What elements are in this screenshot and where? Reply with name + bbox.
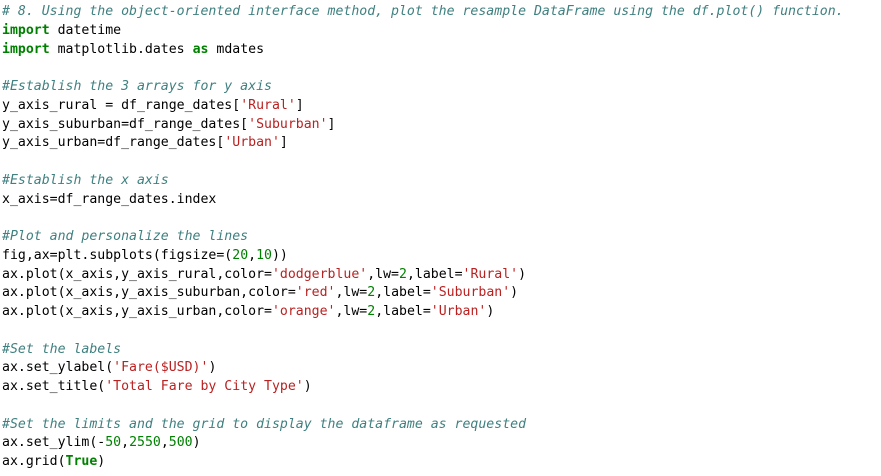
code-text: ax.set_ylim(- <box>2 435 106 451</box>
code-number: 10 <box>256 247 272 263</box>
code-text: ax.set_ylabel( <box>2 360 114 376</box>
code-comment: #Establish the 3 arrays for y axis <box>2 79 272 94</box>
code-comment: #Establish the x axis <box>2 172 169 188</box>
code-string: 'Suburban' <box>430 285 511 301</box>
code-text: ] <box>327 116 336 132</box>
code-line: y_axis_rural = df_range_dates['Rural'] <box>2 97 881 116</box>
code-line: ax.set_ylim(-50,2550,500) <box>2 434 881 453</box>
code-number: 50 <box>105 435 122 451</box>
code-line: ax.set_ylabel('Fare($USD)') <box>2 359 881 378</box>
code-string: 'Rural' <box>240 97 296 113</box>
code-number: 2550 <box>129 435 161 451</box>
code-line: import datetime <box>2 22 881 41</box>
code-number: 2 <box>399 266 407 282</box>
code-text: , <box>248 247 257 263</box>
code-line: #Set the limits and the grid to display … <box>2 416 881 435</box>
code-text: y_axis_suburban=df_range_dates[ <box>2 116 249 132</box>
code-line: import matplotlib.dates as mdates <box>2 41 881 60</box>
code-line: #Plot and personalize the lines <box>2 228 881 247</box>
code-text: ax.plot(x_axis,y_axis_suburban,color= <box>2 285 296 301</box>
code-line: #Set the labels <box>2 341 881 360</box>
code-string: 'red' <box>295 285 336 301</box>
code-number: 20 <box>232 247 249 263</box>
code-number: 2 <box>367 304 376 319</box>
code-line: # 8. Using the object-oriented interface… <box>2 3 881 22</box>
code-text: ) <box>97 454 106 469</box>
code-text: ) <box>208 360 217 376</box>
code-text: ,lw= <box>367 266 399 282</box>
code-text: ,lw= <box>335 285 368 301</box>
code-string: 'dodgerblue' <box>271 266 368 282</box>
code-string: 'orange' <box>271 304 336 319</box>
code-text: x_axis=df_range_dates.index <box>2 191 217 207</box>
code-line: fig,ax=plt.subplots(figsize=(20,10)) <box>2 247 881 266</box>
code-line: #Establish the x axis <box>2 172 881 191</box>
code-text: ,label= <box>375 304 431 319</box>
code-text: matplotlib.dates <box>49 41 193 57</box>
code-text: ) <box>303 379 312 394</box>
code-line: #Establish the 3 arrays for y axis <box>2 78 881 97</box>
code-string: 'Urban' <box>224 135 280 151</box>
code-text: ) <box>518 266 527 282</box>
code-string: 'Urban' <box>430 304 487 319</box>
code-text: ] <box>279 135 288 151</box>
code-comment: #Set the labels <box>2 341 122 357</box>
code-number: 500 <box>168 435 193 451</box>
code-text: ax.plot(x_axis,y_axis_rural,color= <box>2 266 272 282</box>
code-text: y_axis_rural = df_range_dates[ <box>2 97 241 113</box>
code-text: ) <box>192 435 201 451</box>
code-editor[interactable]: # 8. Using the object-oriented interface… <box>0 0 881 476</box>
code-keyword: import <box>2 41 50 57</box>
code-text: fig,ax=plt.subplots(figsize=( <box>2 247 233 263</box>
code-text: ) <box>486 304 495 319</box>
code-line: ax.plot(x_axis,y_axis_urban,color='orang… <box>2 303 881 322</box>
code-text: ax.plot(x_axis,y_axis_urban,color= <box>2 304 272 319</box>
code-line: y_axis_suburban=df_range_dates['Suburban… <box>2 116 881 135</box>
code-text: ax.set_title( <box>2 379 106 394</box>
code-comment: # 8. Using the object-oriented interface… <box>2 4 844 19</box>
code-text: ,label= <box>375 285 431 301</box>
code-line: ax.grid(True) <box>2 453 881 472</box>
code-string: 'Fare($USD)' <box>113 360 209 376</box>
code-line: ax.set_title('Total Fare by City Type') <box>2 378 881 397</box>
code-text: ,lw= <box>335 304 368 319</box>
code-comment: #Set the limits and the grid to display … <box>2 416 527 432</box>
code-string: 'Suburban' <box>248 116 328 132</box>
code-text: ,label= <box>406 266 463 282</box>
code-text: , <box>160 435 169 451</box>
code-text: )) <box>271 247 288 263</box>
code-string: 'Rural' <box>462 266 519 282</box>
code-text: ) <box>510 285 519 301</box>
code-comment: #Plot and personalize the lines <box>2 229 249 244</box>
code-keyword: as <box>192 41 209 57</box>
code-text: ] <box>295 97 304 113</box>
code-keyword: import <box>2 22 50 38</box>
code-text: , <box>121 435 130 451</box>
code-text: mdates <box>208 41 265 57</box>
code-line: ax.plot(x_axis,y_axis_rural,color='dodge… <box>2 266 881 285</box>
code-line: x_axis=df_range_dates.index <box>2 191 881 210</box>
code-line: ax.plot(x_axis,y_axis_suburban,color='re… <box>2 284 881 303</box>
code-text: datetime <box>49 22 122 38</box>
code-keyword: True <box>65 454 98 469</box>
code-number: 2 <box>367 285 376 301</box>
code-text: ax.grid( <box>2 454 66 469</box>
code-text: y_axis_urban=df_range_dates[ <box>2 135 225 151</box>
code-string: 'Total Fare by City Type' <box>105 379 304 394</box>
code-line: y_axis_urban=df_range_dates['Urban'] <box>2 134 881 153</box>
